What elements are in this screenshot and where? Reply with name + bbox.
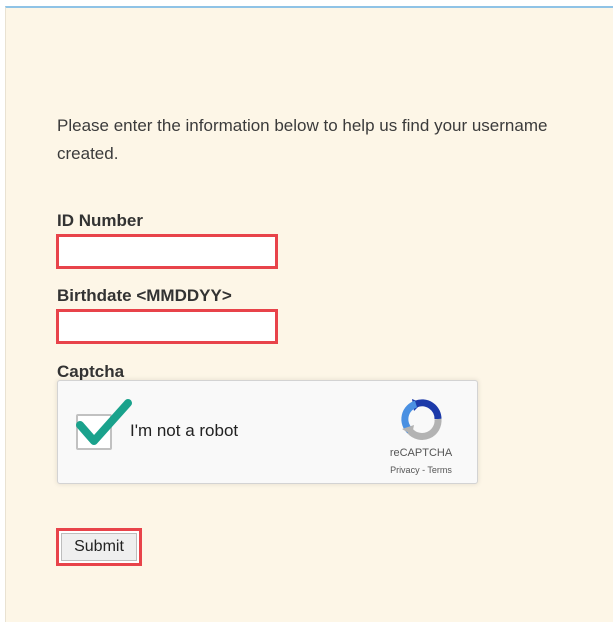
instructions-line-2: created. xyxy=(57,144,119,163)
id-number-input[interactable] xyxy=(56,234,278,269)
page: Please enter the information below to he… xyxy=(0,0,613,622)
recaptcha-links: Privacy - Terms xyxy=(376,465,466,475)
captcha-label: Captcha xyxy=(57,362,125,381)
check-icon xyxy=(76,399,132,445)
captcha-checkbox-label: I'm not a robot xyxy=(130,421,239,440)
privacy-link[interactable]: Privacy xyxy=(390,465,420,475)
terms-link[interactable]: Terms xyxy=(427,465,452,475)
instructions-text: Please enter the information below to he… xyxy=(57,112,613,168)
birthdate-input[interactable] xyxy=(56,309,278,344)
recaptcha-logo-icon xyxy=(401,399,442,440)
birthdate-label: Birthdate <MMDDYY> xyxy=(57,286,232,305)
submit-highlight: Submit xyxy=(56,528,142,566)
submit-button[interactable]: Submit xyxy=(61,533,137,561)
id-number-label: ID Number xyxy=(57,211,143,230)
instructions-line-1: Please enter the information below to he… xyxy=(57,116,548,135)
recaptcha-brand: reCAPTCHA xyxy=(389,447,453,459)
recaptcha-widget: I'm not a robot reCAPTCHA Privacy - Term… xyxy=(57,380,478,484)
